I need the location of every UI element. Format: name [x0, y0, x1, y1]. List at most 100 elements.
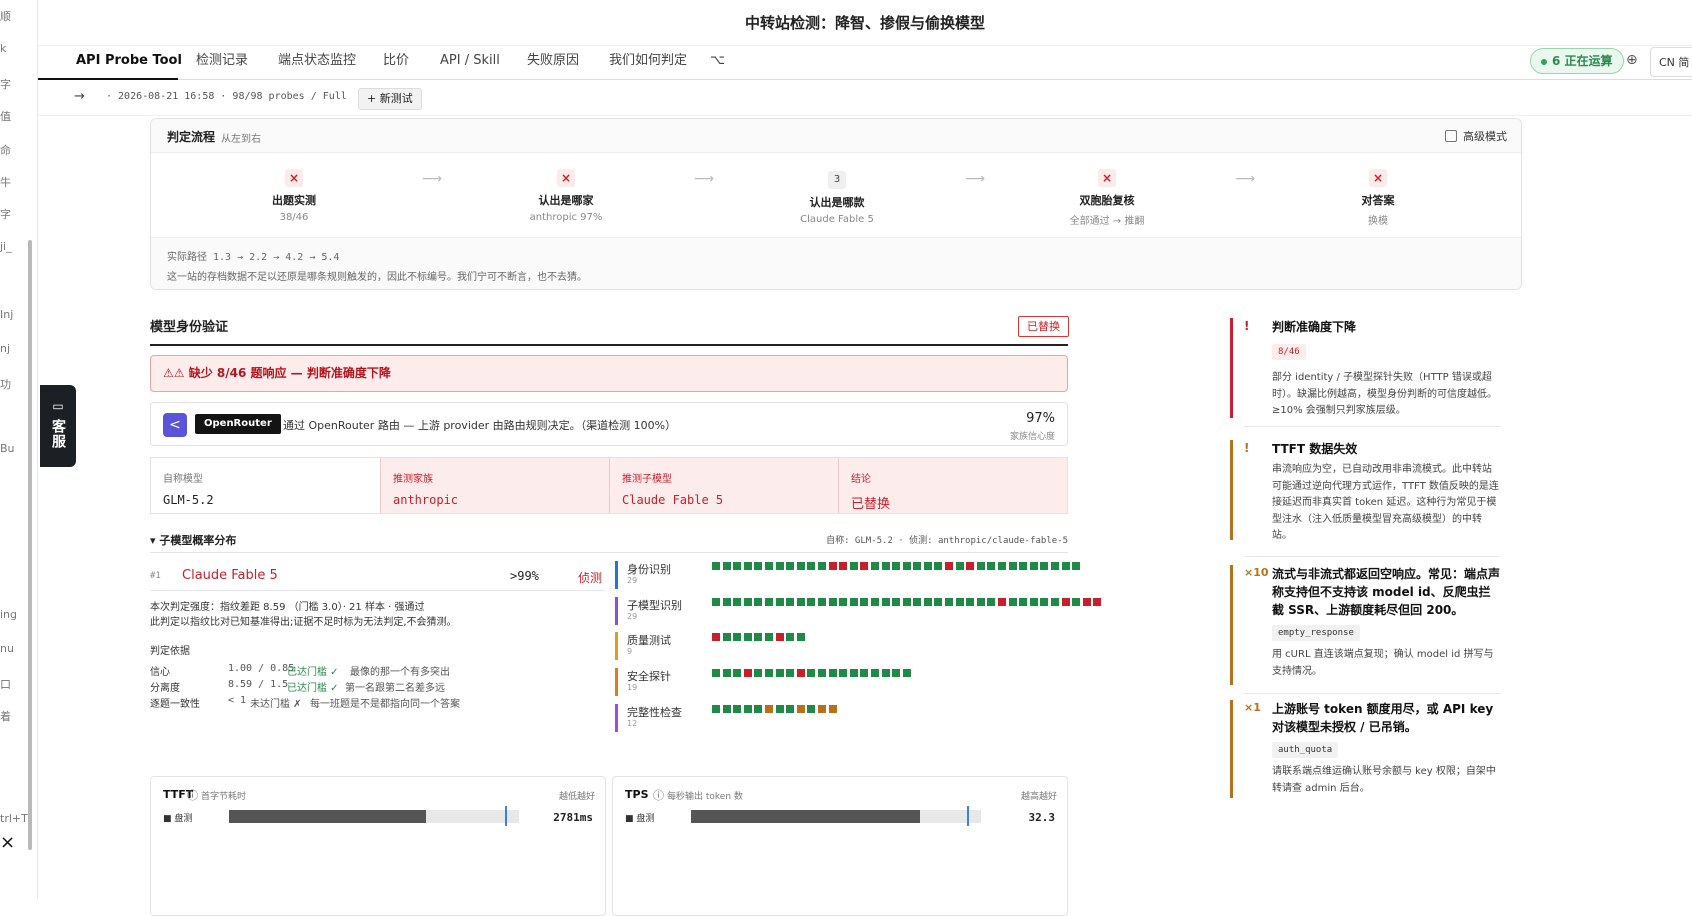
arrow-right-icon[interactable]: →: [74, 89, 85, 104]
github-icon[interactable]: ⌥: [710, 46, 725, 80]
probe-cell[interactable]: [807, 598, 816, 606]
probe-cell[interactable]: [976, 598, 985, 606]
probe-cell[interactable]: [860, 562, 869, 570]
probe-cell[interactable]: [1051, 562, 1059, 570]
probe-cell[interactable]: [998, 562, 1007, 570]
probe-cell[interactable]: [807, 562, 816, 570]
tab-4[interactable]: API / Skill: [440, 46, 500, 80]
language-select[interactable]: CN 简: [1650, 47, 1692, 77]
probe-cell[interactable]: [913, 562, 922, 570]
probe-cell[interactable]: [764, 562, 773, 570]
probe-cell[interactable]: [786, 669, 795, 677]
probe-cell[interactable]: [1061, 598, 1070, 606]
probe-cell[interactable]: [881, 598, 890, 606]
probe-cell[interactable]: [775, 705, 784, 713]
probe-cell[interactable]: [870, 598, 879, 606]
probe-cell[interactable]: [807, 669, 816, 677]
probe-cell[interactable]: [1019, 562, 1028, 570]
tab-5[interactable]: 失败原因: [527, 46, 579, 80]
probe-cell[interactable]: [955, 562, 964, 570]
probe-cell[interactable]: [923, 562, 932, 570]
probe-cell[interactable]: [775, 598, 784, 606]
probe-cell[interactable]: [828, 669, 837, 677]
probe-cell[interactable]: [743, 705, 752, 713]
customer-service-button[interactable]: ▭ 客服: [40, 385, 76, 467]
tab-3[interactable]: 比价: [383, 46, 409, 80]
probe-cell[interactable]: [712, 705, 720, 713]
probe-cell[interactable]: [743, 598, 752, 606]
probe-cell[interactable]: [733, 562, 742, 570]
probe-cell[interactable]: [754, 705, 763, 713]
new-test-button[interactable]: + 新测试: [358, 88, 422, 110]
probe-cell[interactable]: [902, 562, 911, 570]
probe-cell[interactable]: [775, 562, 784, 570]
probe-cell[interactable]: [722, 669, 731, 677]
probe-cell[interactable]: [849, 669, 858, 677]
probe-cell[interactable]: [1008, 598, 1017, 606]
tab-6[interactable]: 我们如何判定: [609, 46, 687, 80]
probe-cell[interactable]: [754, 669, 763, 677]
running-status-badge[interactable]: 6 正在运算: [1530, 48, 1624, 74]
globe-icon[interactable]: ⊕: [1626, 52, 1638, 68]
probe-cell[interactable]: [817, 598, 826, 606]
probe-cell[interactable]: [743, 669, 752, 677]
probe-cell[interactable]: [839, 598, 848, 606]
probe-cell[interactable]: [934, 562, 943, 570]
probe-cell[interactable]: [807, 705, 816, 713]
probe-cell[interactable]: [828, 562, 837, 570]
probe-cell[interactable]: [902, 669, 911, 677]
probe-cell[interactable]: [987, 598, 996, 606]
probe-cell[interactable]: [1093, 598, 1102, 606]
probe-cell[interactable]: [1082, 598, 1091, 606]
probe-cell[interactable]: [955, 598, 964, 606]
probe-cell[interactable]: [733, 598, 742, 606]
probe-cell[interactable]: [712, 562, 720, 570]
probe-cell[interactable]: [796, 562, 805, 570]
probe-cell[interactable]: [1040, 598, 1049, 606]
probe-cell[interactable]: [733, 705, 742, 713]
probe-cell[interactable]: [1040, 562, 1049, 570]
close-icon[interactable]: ×: [0, 832, 15, 853]
tab-0[interactable]: API Probe Tool: [38, 46, 182, 80]
probe-cell[interactable]: [966, 598, 975, 606]
probe-cell[interactable]: [945, 598, 954, 606]
probe-cell[interactable]: [849, 562, 858, 570]
probe-cell[interactable]: [1072, 598, 1081, 606]
probe-cell[interactable]: [722, 598, 731, 606]
probe-cell[interactable]: [764, 598, 773, 606]
probe-cell[interactable]: [1029, 598, 1038, 606]
probe-cell[interactable]: [945, 562, 954, 570]
probe-cell[interactable]: [743, 562, 752, 570]
probe-cell[interactable]: [775, 669, 784, 677]
probe-cell[interactable]: [722, 633, 731, 641]
probe-cell[interactable]: [722, 562, 731, 570]
probe-cell[interactable]: [881, 562, 890, 570]
probe-cell[interactable]: [712, 598, 720, 606]
info-icon[interactable]: ⓘ: [187, 787, 198, 803]
probe-cell[interactable]: [775, 633, 784, 641]
probe-cell[interactable]: [754, 562, 763, 570]
probe-cell[interactable]: [839, 562, 848, 570]
probe-cell[interactable]: [923, 598, 932, 606]
probe-cell[interactable]: [764, 633, 773, 641]
probe-cell[interactable]: [1029, 562, 1038, 570]
probe-cell[interactable]: [913, 598, 922, 606]
probe-cell[interactable]: [764, 705, 773, 713]
probe-cell[interactable]: [839, 669, 848, 677]
probe-cell[interactable]: [828, 705, 837, 713]
probe-cell[interactable]: [976, 562, 985, 570]
probe-cell[interactable]: [860, 598, 869, 606]
probe-cell[interactable]: [796, 598, 805, 606]
probe-cell[interactable]: [860, 669, 869, 677]
probe-cell[interactable]: [998, 598, 1007, 606]
probe-cell[interactable]: [743, 633, 752, 641]
probe-cell[interactable]: [870, 669, 879, 677]
probe-cell[interactable]: [817, 705, 826, 713]
tab-2[interactable]: 端点状态监控: [278, 46, 356, 80]
probe-cell[interactable]: [786, 562, 795, 570]
submodel-header[interactable]: ▾ 子模型概率分布 自称: GLM-5.2 · 侦测: anthropic/cl…: [150, 531, 1068, 553]
probe-cell[interactable]: [1008, 562, 1017, 570]
probe-cell[interactable]: [754, 598, 763, 606]
probe-cell[interactable]: [796, 633, 805, 641]
probe-cell[interactable]: [892, 598, 901, 606]
